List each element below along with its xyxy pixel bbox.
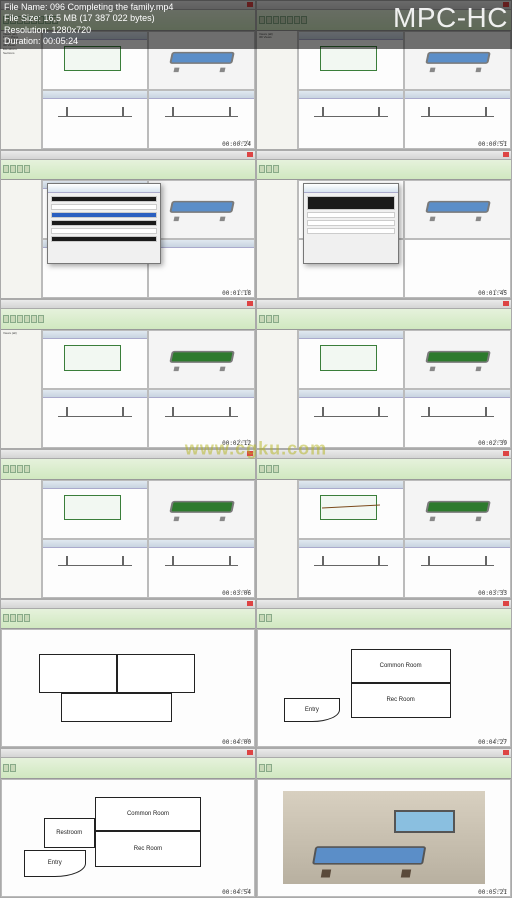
duration: 00:05:24: [43, 36, 78, 46]
duration-label: Duration:: [4, 36, 41, 46]
dialog-titlebar: [48, 184, 160, 193]
thumb-3[interactable]: lynda 00:01:18: [0, 150, 256, 300]
selected-material[interactable]: [51, 212, 157, 218]
room-rec: Rec Room: [351, 683, 451, 717]
elevation-front[interactable]: [42, 90, 149, 149]
thumb-9[interactable]: lynda 00:04:00: [0, 599, 256, 749]
room-common: Common Room: [351, 649, 451, 683]
file-name: 096 Completing the family.mp4: [50, 2, 173, 12]
thumb-6[interactable]: lynda 00:02:39: [256, 299, 512, 449]
resolution-label: Resolution:: [4, 25, 49, 35]
thumb-7[interactable]: lynda 00:03:06: [0, 449, 256, 599]
thumbnail-grid: Views (all)Floor PlansCeiling Plans3D Vi…: [0, 0, 512, 898]
timecode: 00:00:24: [221, 142, 252, 148]
file-size: 16,5 MB (17 387 022 bytes): [44, 13, 155, 23]
window: [394, 810, 454, 833]
material-browser-dialog[interactable]: [47, 183, 161, 264]
room-restroom: Restroom: [44, 818, 95, 847]
thumb-5[interactable]: Views (all) lynda 00:02:12: [0, 299, 256, 449]
thumb-4[interactable]: lynda 00:01:45: [256, 150, 512, 300]
thumb-8[interactable]: lynda 00:03:33: [256, 449, 512, 599]
rendered-3d-view[interactable]: [257, 779, 511, 897]
thumb-10[interactable]: Common Room Rec Room Entry lynda 00:04:2…: [256, 599, 512, 749]
thumb-11[interactable]: Common Room Restroom Rec Room Entry lynd…: [0, 748, 256, 898]
room-entry: Entry: [284, 698, 339, 722]
floorplan-view[interactable]: [1, 629, 255, 747]
file-size-label: File Size:: [4, 13, 41, 23]
thumb-12[interactable]: lynda 00:05:21: [256, 748, 512, 898]
asset-editor-dialog[interactable]: [303, 183, 400, 264]
mpc-header: File Name: 096 Completing the family.mp4…: [0, 0, 512, 49]
file-name-label: File Name:: [4, 2, 48, 12]
pool-table-render: [311, 846, 426, 872]
app-name: MPC-HC: [393, 2, 508, 34]
resolution: 1280x720: [52, 25, 92, 35]
